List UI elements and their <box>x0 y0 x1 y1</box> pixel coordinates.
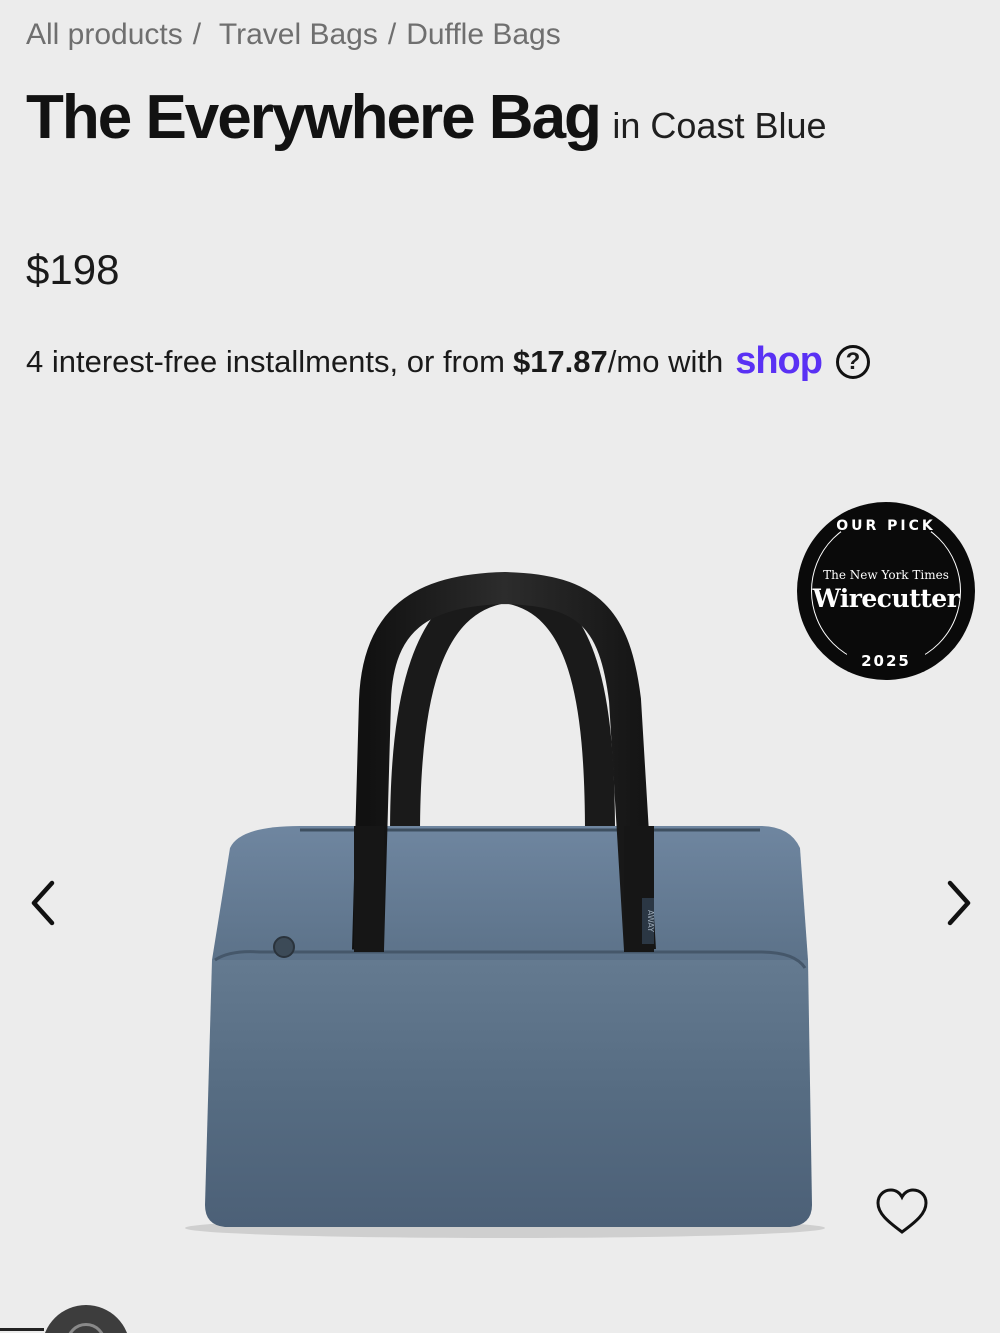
title-row: The Everywhere Bag in Coast Blue <box>26 82 827 153</box>
breadcrumb-separator: / <box>387 18 397 51</box>
badge-year: 2025 <box>861 652 911 670</box>
chevron-left-icon[interactable] <box>24 875 64 931</box>
installments-suffix: /mo with <box>607 343 724 379</box>
installments-text: 4 interest-free installments, or from <box>26 343 505 379</box>
product-title: The Everywhere Bag <box>26 83 602 152</box>
heart-icon[interactable] <box>875 1187 929 1237</box>
bag-brand-label: AWAY <box>646 910 655 932</box>
divider <box>0 1328 44 1331</box>
installments-info: 4 interest-free installments, or from $1… <box>26 340 870 383</box>
product-page: All products / Travel Bags / Duffle Bags Th… <box>0 0 1000 1333</box>
breadcrumb-duffle-bags[interactable]: Duffle Bags <box>406 18 561 51</box>
chevron-right-icon[interactable] <box>938 875 978 931</box>
wirecutter-badge: OUR PICK The New York Times Wirecutter 2… <box>797 502 975 680</box>
product-price: $198 <box>26 246 120 293</box>
breadcrumb-travel-bags[interactable]: Travel Bags <box>219 18 378 51</box>
badge-name: Wirecutter <box>812 584 960 613</box>
product-color: in Coast Blue <box>612 105 827 146</box>
installments-amount: $17.87 <box>512 343 608 379</box>
chat-icon[interactable] <box>42 1305 130 1333</box>
breadcrumb: All products / Travel Bags / Duffle Bags <box>26 18 561 52</box>
shop-pay-logo: shop <box>735 340 823 382</box>
breadcrumb-separator: / <box>192 18 202 51</box>
question-circle-icon[interactable]: ? <box>835 344 870 379</box>
breadcrumb-all-products[interactable]: All products <box>26 18 183 51</box>
badge-top-text: OUR PICK <box>836 518 936 534</box>
badge-publisher: The New York Times <box>823 568 949 582</box>
